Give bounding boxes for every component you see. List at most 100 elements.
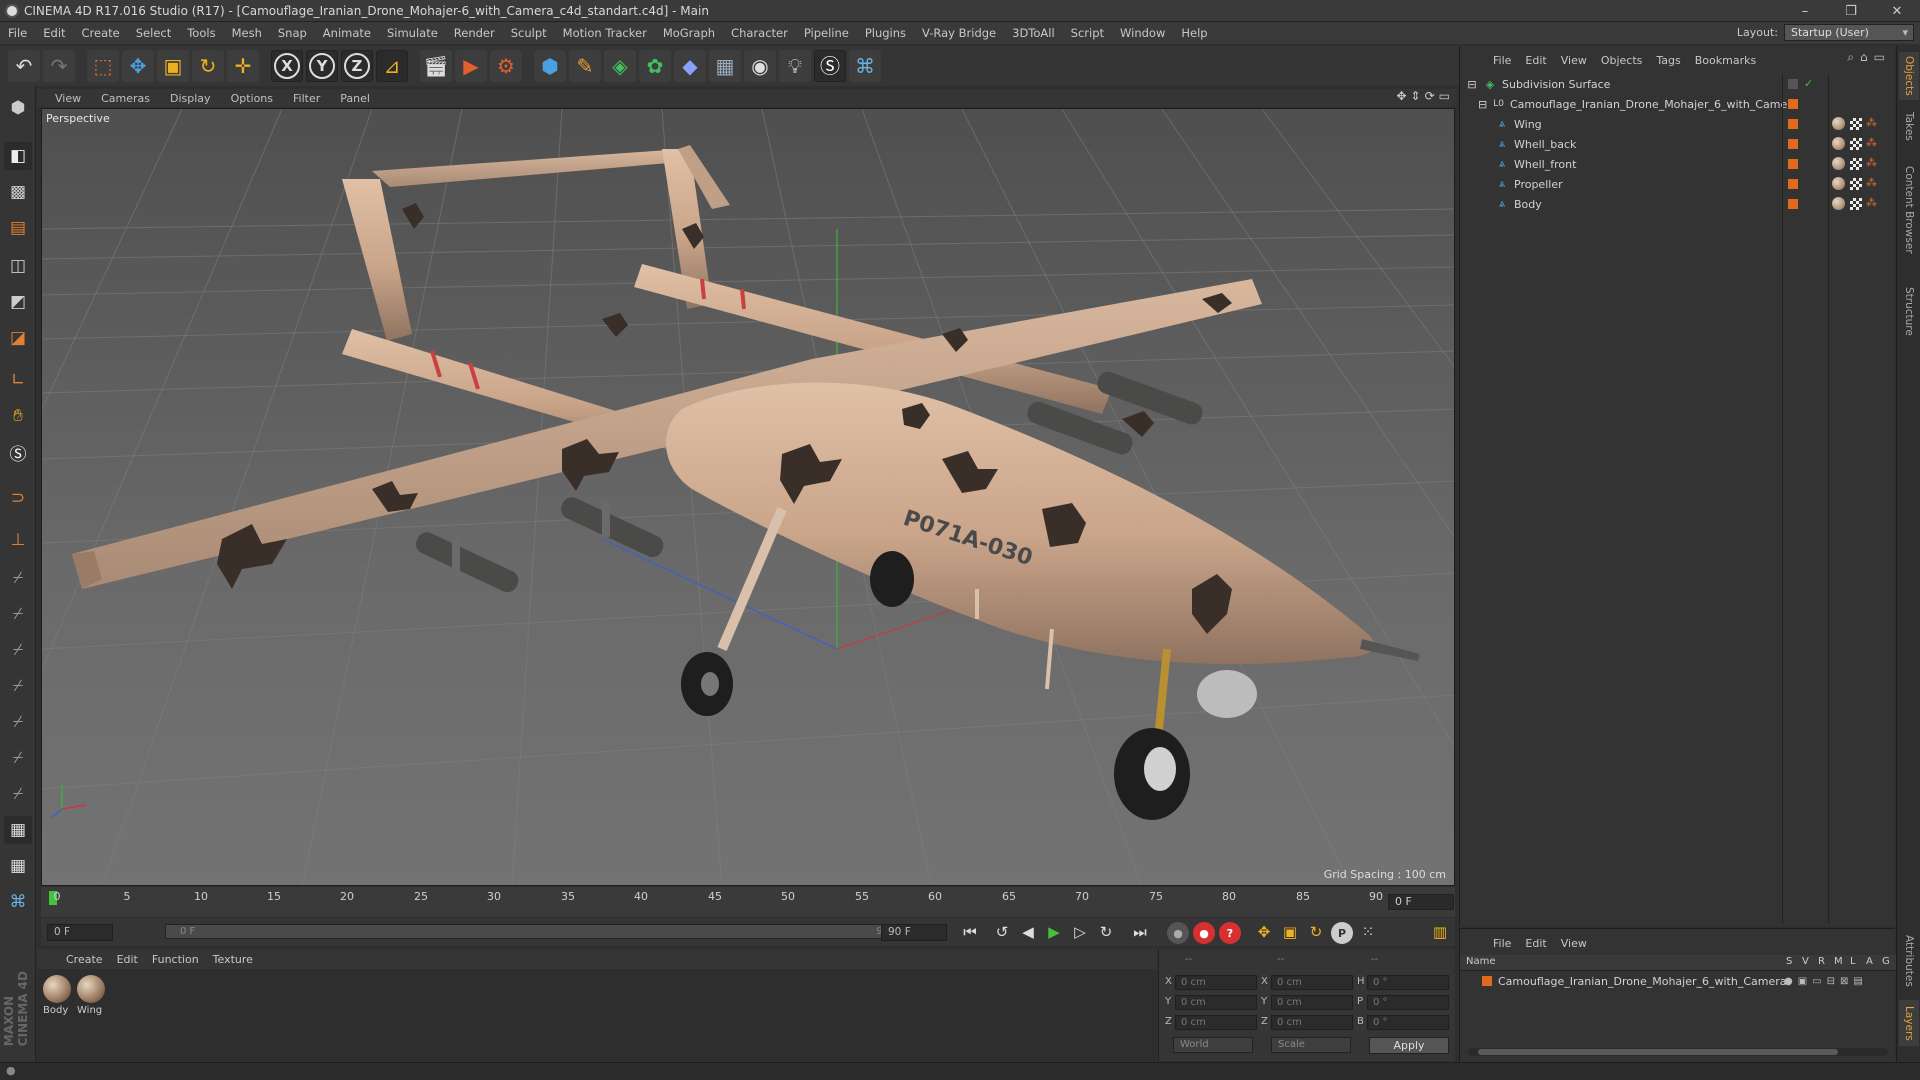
menu-vray-bridge[interactable]: V-Ray Bridge [914,22,1004,44]
menu-window[interactable]: Window [1112,22,1173,44]
position-y-field[interactable]: 0 cm [1175,995,1257,1010]
maximize-button[interactable]: ❐ [1828,0,1874,22]
menu-mograph[interactable]: MoGraph [655,22,723,44]
object-menu-bookmarks[interactable]: Bookmarks [1688,54,1763,67]
maximize-panel-icon[interactable]: ▭ [1874,50,1885,65]
live-selection-button[interactable]: ⬚ [87,50,119,82]
edges-mode-button[interactable]: ◩ [4,288,32,316]
material-tag-icon[interactable] [1832,137,1845,150]
enabled-check-icon[interactable]: ✓ [1804,77,1813,90]
coordinate-space-dropdown[interactable]: World [1173,1037,1253,1053]
side-tab-attributes[interactable]: Attributes [1899,926,1919,996]
material-swatch-body[interactable] [43,975,71,1003]
side-tab-content-browser[interactable]: Content Browser [1899,150,1919,270]
magnet-tool-button[interactable]: ⊃ [4,484,32,512]
add-light-button[interactable]: 💡︎ [779,50,811,82]
object-menu-view[interactable]: View [1554,54,1594,67]
object-row-wing[interactable]: ⩓ Wing [1496,114,1816,134]
render-settings-button[interactable]: ⚙ [490,50,522,82]
menu-plugins[interactable]: Plugins [857,22,914,44]
material-menu-function[interactable]: Function [145,953,206,966]
layer-scrollbar[interactable] [1468,1048,1888,1056]
layer-menu-edit[interactable]: Edit [1518,937,1553,950]
side-tab-objects[interactable]: Objects [1899,52,1919,100]
timeline-ruler[interactable]: 0 5 10 15 20 25 30 35 40 45 50 55 60 65 … [41,887,1455,917]
menu-select[interactable]: Select [128,22,179,44]
motion-record-button[interactable]: ● [1167,922,1189,944]
home-icon[interactable]: ⌂ [1860,50,1868,65]
layer-flag[interactable] [1788,79,1798,89]
object-row-propeller[interactable]: ⩓ Propeller [1496,174,1816,194]
zoom-view-icon[interactable]: ⇕ [1411,89,1421,103]
selection-tag-icon[interactable]: ⁂ [1866,116,1877,129]
redo-button[interactable]: ↷ [43,50,75,82]
material-menu-create[interactable]: Create [59,953,110,966]
axis-mode-button[interactable]: ∟ [4,366,32,394]
rotate-view-icon[interactable]: ⟳ [1425,89,1435,103]
menu-create[interactable]: Create [74,22,128,44]
add-cube-button[interactable]: ⬢ [534,50,566,82]
layer-flag-icons[interactable]: ●▣▭⊟⊠▤ [1784,976,1868,987]
selection-tag-icon[interactable]: ⁂ [1866,156,1877,169]
menu-mesh[interactable]: Mesh [224,22,270,44]
transform-tool-button[interactable]: ✛ [227,50,259,82]
menu-3dtoall[interactable]: 3DToAll [1004,22,1063,44]
extrude-tool-button[interactable]: ⌿ [4,600,32,628]
menu-help[interactable]: Help [1173,22,1215,44]
go-to-start-button[interactable]: ⏮ [959,922,981,942]
material-swatch-wing[interactable] [77,975,105,1003]
layer-scrollbar-thumb[interactable] [1478,1049,1838,1055]
collapse-icon[interactable]: ⊟ [1466,78,1478,91]
object-row-drone-null[interactable]: ⊟ L0 Camouflage_Iranian_Drone_Mohajer_6_… [1478,94,1798,114]
texture-mode-button[interactable]: ▩ [4,178,32,206]
menu-motion-tracker[interactable]: Motion Tracker [555,22,655,44]
model-mode-button[interactable]: ◧ [4,142,32,170]
iron-tool-button[interactable]: ⌿ [4,780,32,808]
viewport-menu-display[interactable]: Display [160,92,221,105]
uvw-tag-icon[interactable] [1850,158,1862,170]
weld-tool-button[interactable]: ⌿ [4,744,32,772]
brush-tool-button[interactable]: ⌿ [4,672,32,700]
material-tag-icon[interactable] [1832,117,1845,130]
viewport-menu-panel[interactable]: Panel [330,92,380,105]
bridge-tool-button[interactable]: ⌿ [4,636,32,664]
start-frame-field[interactable]: 0 F [47,924,113,941]
add-deformer-button[interactable]: ◆ [674,50,706,82]
menu-sculpt[interactable]: Sculpt [503,22,555,44]
key-position-button[interactable]: ✥ [1253,922,1275,942]
rotation-p-field[interactable]: 0 ° [1367,995,1449,1010]
object-row-subdivision-surface[interactable]: ⊟ ◈ Subdivision Surface [1466,74,1786,94]
material-tag-icon[interactable] [1832,177,1845,190]
rotation-b-field[interactable]: 0 ° [1367,1015,1449,1030]
polygons-mode-button[interactable]: ◪ [4,324,32,352]
menu-tools[interactable]: Tools [179,22,223,44]
material-menu-edit[interactable]: Edit [110,953,145,966]
tweak-mode-button[interactable]: ✋︎ [4,402,32,430]
object-row-whell-back[interactable]: ⩓ Whell_back [1496,134,1816,154]
autokey-button[interactable]: ? [1219,922,1241,944]
snap-button[interactable]: Ⓢ [4,438,32,466]
menu-edit[interactable]: Edit [35,22,73,44]
size-z-field[interactable]: 0 cm [1271,1015,1353,1030]
viewport-menu-options[interactable]: Options [221,92,283,105]
add-floor-button[interactable]: ▦ [709,50,741,82]
key-pla-button[interactable]: ⁙ [1357,922,1379,942]
next-frame-button[interactable]: ▷ [1069,922,1091,942]
previous-key-button[interactable]: ↺ [991,922,1013,942]
move-tool-button[interactable]: ✥ [122,50,154,82]
layer-color-flag[interactable] [1788,119,1798,129]
floor-snap-button[interactable]: ▦ [4,852,32,880]
layer-color-flag[interactable] [1788,159,1798,169]
add-spline-button[interactable]: ✎ [569,50,601,82]
layout-dropdown[interactable]: Startup (User) [1784,24,1914,41]
layer-color-flag[interactable] [1788,99,1798,109]
perspective-viewport[interactable]: P071A-030 Perspective Grid Spacing: 100… [41,108,1455,886]
python-console-button[interactable]: ⌘ [4,888,32,916]
object-menu-objects[interactable]: Objects [1594,54,1650,67]
selection-tag-icon[interactable]: ⁂ [1866,136,1877,149]
knife-tool-button[interactable]: ⊥ [4,526,32,554]
object-menu-edit[interactable]: Edit [1518,54,1553,67]
rotation-h-field[interactable]: 0 ° [1367,975,1449,990]
menu-animate[interactable]: Animate [315,22,379,44]
menu-file[interactable]: File [0,22,35,44]
